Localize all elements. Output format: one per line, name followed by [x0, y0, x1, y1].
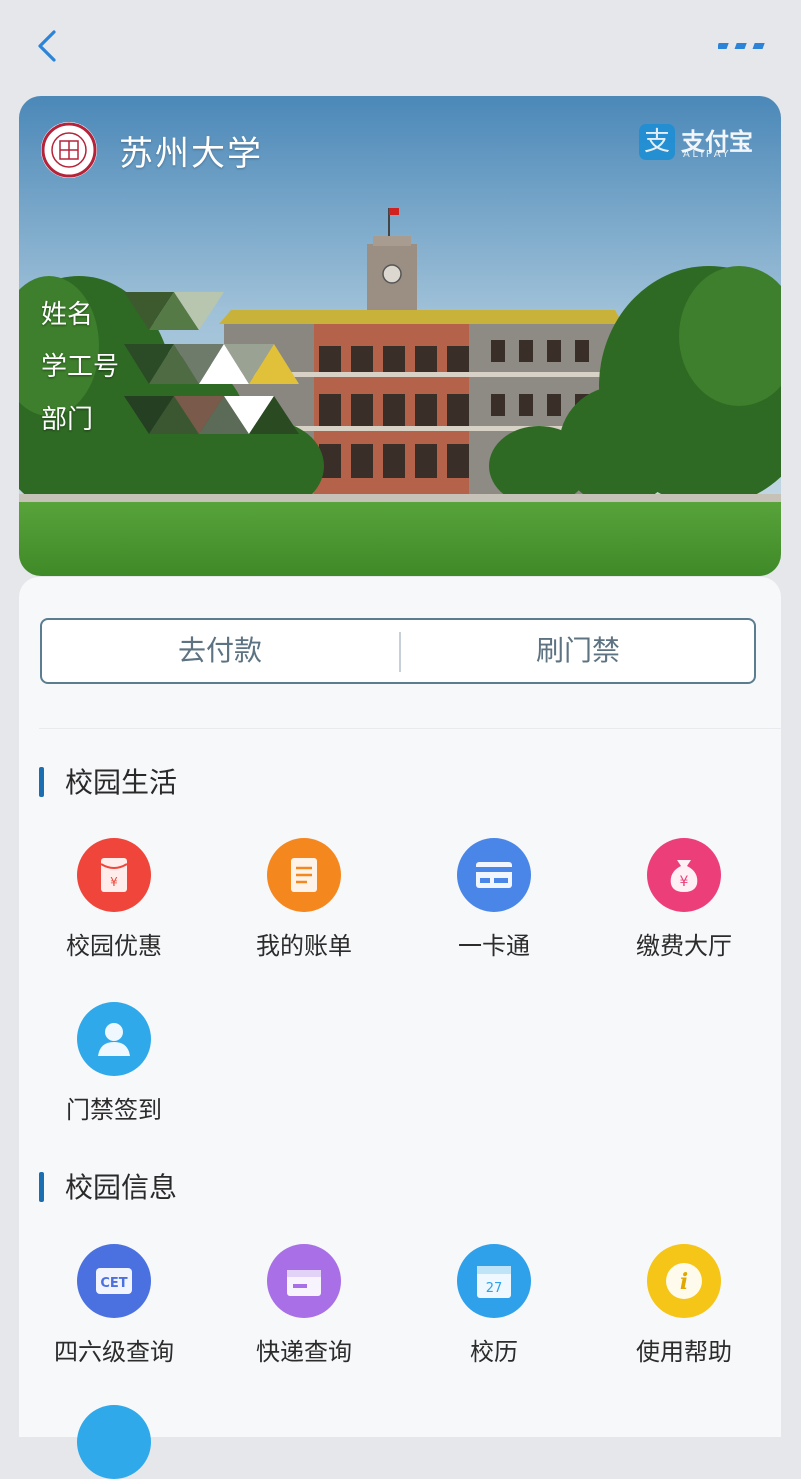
school-seal-logo — [41, 122, 97, 178]
staff-id-value-redacted — [124, 344, 299, 384]
red-packet-icon: ¥ — [77, 838, 151, 912]
app-label: 使用帮助 — [636, 1338, 732, 1366]
top-bar — [0, 0, 801, 94]
more-button[interactable] — [716, 34, 770, 58]
bill-icon — [267, 838, 341, 912]
app-label: 校历 — [470, 1338, 518, 1366]
app-label: 校园优惠 — [66, 932, 162, 960]
svg-text:¥: ¥ — [680, 874, 689, 890]
partial-app-icon — [77, 1405, 151, 1479]
app-my-bills[interactable]: 我的账单 — [209, 838, 399, 961]
info-icon: i — [647, 1244, 721, 1318]
app-label: 快递查询 — [256, 1338, 352, 1366]
svg-text:i: i — [680, 1269, 688, 1295]
app-gate-checkin[interactable]: 门禁签到 — [19, 1002, 209, 1125]
app-label: 我的账单 — [256, 932, 352, 960]
app-cet-query[interactable]: CET 四六级查询 — [19, 1244, 209, 1367]
app-payment-hall[interactable]: ¥ 缴费大厅 — [589, 838, 779, 961]
app-partial[interactable] — [19, 1405, 209, 1479]
svg-text:¥: ¥ — [110, 875, 118, 889]
app-help[interactable]: i 使用帮助 — [589, 1244, 779, 1367]
app-label: 门禁签到 — [66, 1096, 162, 1124]
section-marker — [39, 1172, 44, 1202]
calendar-icon: 27 — [457, 1244, 531, 1318]
more-dots-icon — [716, 43, 765, 49]
school-name: 苏州大学 — [119, 134, 263, 174]
svg-text:CET: CET — [100, 1276, 127, 1291]
service-panel: 去付款 刷门禁 校园生活 ¥ 校园优惠 我的账单 一卡通 ¥ 缴费大厅 门禁签到… — [19, 577, 781, 1479]
app-express-query[interactable]: 快递查询 — [209, 1244, 399, 1367]
app-campus-card[interactable]: 一卡通 — [399, 838, 589, 961]
section-title-campus-info: 校园信息 — [65, 1171, 178, 1204]
app-label: 缴费大厅 — [636, 932, 732, 960]
alipay-name-en: ALIPAY — [683, 149, 731, 160]
svg-text:27: 27 — [486, 1281, 503, 1296]
card-icon — [457, 838, 531, 912]
staff-id-label: 学工号 — [41, 352, 120, 382]
department-label: 部门 — [41, 405, 94, 435]
cet-icon: CET — [77, 1244, 151, 1318]
name-value-redacted — [124, 292, 224, 330]
gate-access-button[interactable]: 刷门禁 — [400, 620, 756, 682]
package-icon — [267, 1244, 341, 1318]
app-label: 四六级查询 — [54, 1338, 174, 1366]
app-campus-offers[interactable]: ¥ 校园优惠 — [19, 838, 209, 961]
name-label: 姓名 — [41, 300, 94, 330]
user-icon — [77, 1002, 151, 1076]
app-label: 一卡通 — [458, 932, 530, 960]
department-value-redacted — [124, 396, 299, 434]
section-marker — [39, 767, 44, 797]
back-button[interactable] — [30, 26, 70, 66]
app-school-calendar[interactable]: 27 校历 — [399, 1244, 589, 1367]
pay-button[interactable]: 去付款 — [42, 620, 398, 682]
divider — [39, 728, 781, 729]
action-segment: 去付款 刷门禁 — [40, 618, 756, 684]
campus-card: 苏州大学 支 支付宝 ALIPAY 姓名 学工号 部门 — [19, 96, 781, 576]
alipay-icon: 支 — [639, 124, 675, 160]
money-bag-icon: ¥ — [647, 838, 721, 912]
section-title-campus-life: 校园生活 — [65, 766, 178, 799]
chevron-left-icon — [38, 30, 56, 62]
